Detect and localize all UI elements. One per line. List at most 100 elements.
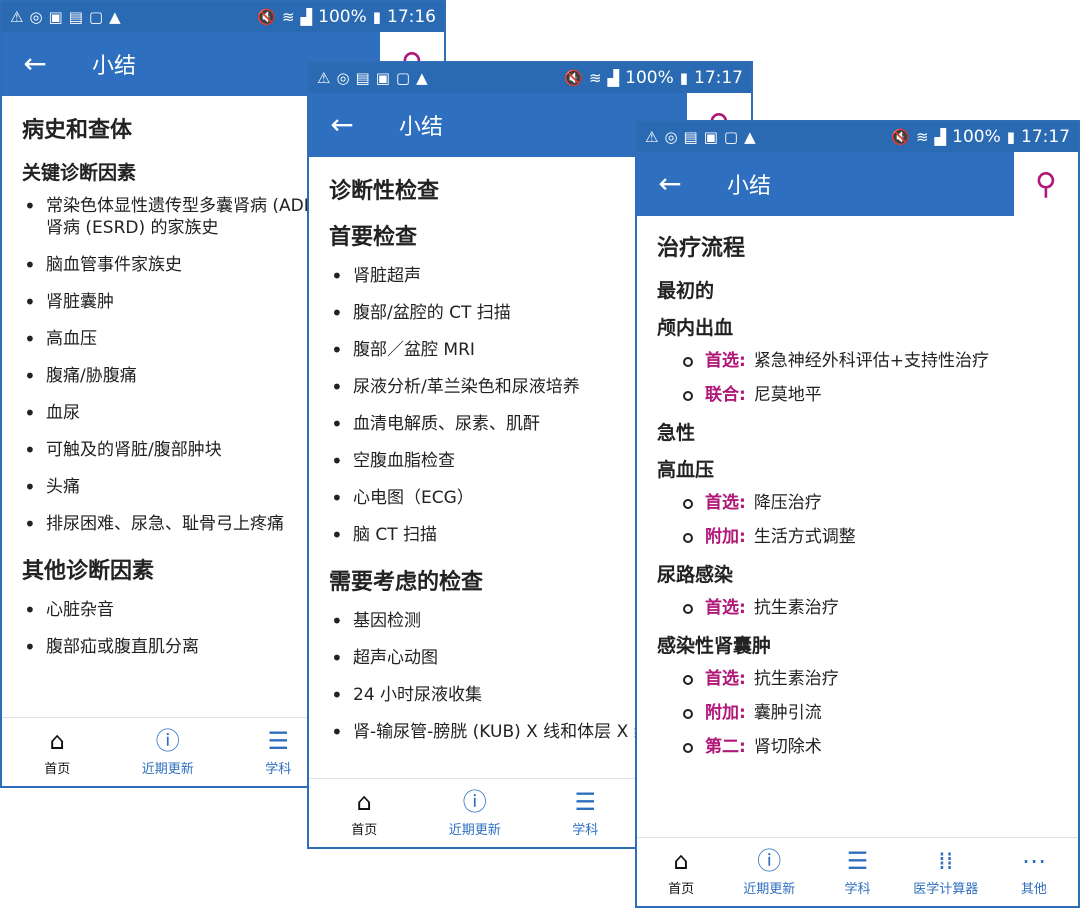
sync-icon: ◎ (29, 7, 43, 26)
treatment-item[interactable]: 第二: 肾切除术 (681, 736, 1058, 758)
nav-label: 近期更新 (141, 761, 194, 777)
nav-label: 学科 (265, 761, 292, 777)
treatment-text: 抗生素治疗 (753, 598, 839, 618)
nav-more[interactable]: ⋯ 其他 (990, 838, 1078, 906)
treatment-tag: 第二: (705, 737, 746, 757)
bag-icon: ▢ (88, 7, 104, 26)
battery-icon: ▮ (679, 68, 688, 87)
nav-home[interactable]: ⌂ 首页 (309, 779, 420, 847)
treatment-tag: 首选: (705, 669, 746, 689)
nav-subjects[interactable]: ☰ 学科 (530, 779, 641, 847)
mute-icon: 🔇 (564, 68, 583, 87)
battery-text: 100% (318, 7, 367, 27)
condition-heading: 尿路感染 (657, 564, 734, 586)
nav-updates[interactable]: ⓘ 近期更新 (420, 779, 531, 847)
warning-icon: ⚠ (645, 127, 659, 146)
info-icon: ⓘ (757, 846, 782, 875)
image-icon: ▤ (355, 68, 370, 87)
info-icon: ⓘ (155, 726, 180, 755)
content: 治疗流程 最初的 颅内出血 首选: 紧急神经外科评估+支持性治疗 联合: 尼莫地平 … (637, 216, 1078, 758)
condition-heading: 颅内出血 (657, 317, 734, 339)
treatment-text: 肾切除术 (753, 737, 822, 757)
nav-label: 其他 (1020, 881, 1047, 897)
treatment-item[interactable]: 首选: 降压治疗 (681, 492, 1058, 514)
treatment-tag: 首选: (705, 351, 746, 371)
list-icon: ☰ (267, 726, 289, 755)
treatment-text: 降压治疗 (753, 493, 822, 513)
condition-heading: 感染性肾囊肿 (657, 635, 772, 657)
alert-icon: ▲ (744, 127, 756, 146)
phase-heading: 最初的 (657, 280, 715, 302)
battery-icon: ▮ (1006, 127, 1015, 146)
page-title: 小结 (399, 115, 444, 140)
back-arrow-icon[interactable]: ← (309, 111, 375, 139)
app-bar: ← 小结 ⚲ (637, 152, 1078, 216)
list-icon: ☰ (574, 787, 596, 816)
treatment-tag: 附加: (705, 527, 746, 547)
treatment-text: 抗生素治疗 (753, 669, 839, 689)
nav-label: 医学计算器 (913, 881, 979, 897)
treatment-item[interactable]: 首选: 抗生素治疗 (681, 597, 1058, 619)
battery-icon: ▮ (372, 7, 381, 26)
clock: 17:16 (387, 7, 436, 27)
nav-label: 首页 (668, 881, 695, 897)
signal-icon: ▟ (300, 7, 313, 26)
treatment-list: 首选: 抗生素治疗 附加: 囊肿引流 第二: 肾切除术 (657, 668, 1058, 758)
list-icon: ☰ (846, 846, 869, 875)
clock: 17:17 (694, 68, 743, 88)
status-bar: ⚠ ◎ ▤ ▣ ▢ ▲ 🔇 ≋ ▟ 100% ▮ 17:17 (309, 63, 751, 93)
signal-icon: ▟ (607, 68, 620, 87)
sync-icon: ◎ (336, 68, 350, 87)
nav-updates[interactable]: ⓘ 近期更新 (725, 838, 813, 906)
treatment-text: 紧急神经外科评估+支持性治疗 (753, 351, 990, 371)
nav-label: 近期更新 (448, 822, 501, 838)
treatment-tag: 首选: (705, 598, 746, 618)
nav-calculator[interactable]: ⁞⁞ 医学计算器 (902, 838, 990, 906)
home-icon: ⌂ (49, 726, 65, 755)
treatment-item[interactable]: 首选: 紧急神经外科评估+支持性治疗 (681, 350, 1058, 372)
treatment-item[interactable]: 附加: 生活方式调整 (681, 526, 1058, 548)
bottom-nav: ⌂ 首页 ⓘ 近期更新 ☰ 学科 ⁞⁞ 医学计算器 ⋯ 其他 (637, 837, 1078, 906)
treatment-list: 首选: 抗生素治疗 (657, 597, 1058, 619)
image-icon: ▤ (68, 7, 83, 26)
back-arrow-icon[interactable]: ← (637, 170, 703, 198)
app-icon: ▣ (48, 7, 63, 26)
back-arrow-icon[interactable]: ← (2, 50, 68, 78)
nav-subjects[interactable]: ☰ 学科 (813, 838, 901, 906)
nav-label: 学科 (844, 881, 871, 897)
battery-text: 100% (625, 68, 674, 88)
bag-icon: ▢ (395, 68, 411, 87)
treatment-item[interactable]: 首选: 抗生素治疗 (681, 668, 1058, 690)
nav-label: 首页 (44, 761, 71, 777)
treatment-item[interactable]: 附加: 囊肿引流 (681, 702, 1058, 724)
treatment-item[interactable]: 联合: 尼莫地平 (681, 384, 1058, 406)
treatment-tag: 首选: (705, 493, 746, 513)
signal-icon: ▟ (934, 127, 947, 146)
wifi-icon: ≋ (589, 68, 602, 87)
nav-label: 学科 (572, 822, 599, 838)
page-title: 小结 (92, 54, 137, 79)
nav-home[interactable]: ⌂ 首页 (2, 718, 113, 786)
treatment-list: 首选: 降压治疗 附加: 生活方式调整 (657, 492, 1058, 548)
treatment-text: 生活方式调整 (753, 527, 856, 547)
search-icon[interactable]: ⚲ (1014, 152, 1078, 216)
wifi-icon: ≋ (282, 7, 295, 26)
mute-icon: 🔇 (257, 7, 276, 26)
nav-updates[interactable]: ⓘ 近期更新 (113, 718, 224, 786)
treatment-tag: 附加: (705, 703, 746, 723)
treatment-text: 尼莫地平 (753, 385, 822, 405)
grid-icon: ⁞⁞ (938, 846, 954, 875)
nav-label: 近期更新 (743, 881, 796, 897)
nav-home[interactable]: ⌂ 首页 (637, 838, 725, 906)
app-icon: ▣ (703, 127, 718, 146)
app-icon: ▣ (375, 68, 390, 87)
condition-heading: 高血压 (657, 459, 715, 481)
page-title: 小结 (727, 174, 772, 199)
sync-icon: ◎ (664, 127, 678, 146)
image-icon: ▤ (683, 127, 698, 146)
home-icon: ⌂ (356, 787, 372, 816)
nav-label: 首页 (351, 822, 378, 838)
status-bar: ⚠ ◎ ▤ ▣ ▢ ▲ 🔇 ≋ ▟ 100% ▮ 17:17 (637, 122, 1078, 152)
alert-icon: ▲ (109, 7, 121, 26)
warning-icon: ⚠ (317, 68, 331, 87)
